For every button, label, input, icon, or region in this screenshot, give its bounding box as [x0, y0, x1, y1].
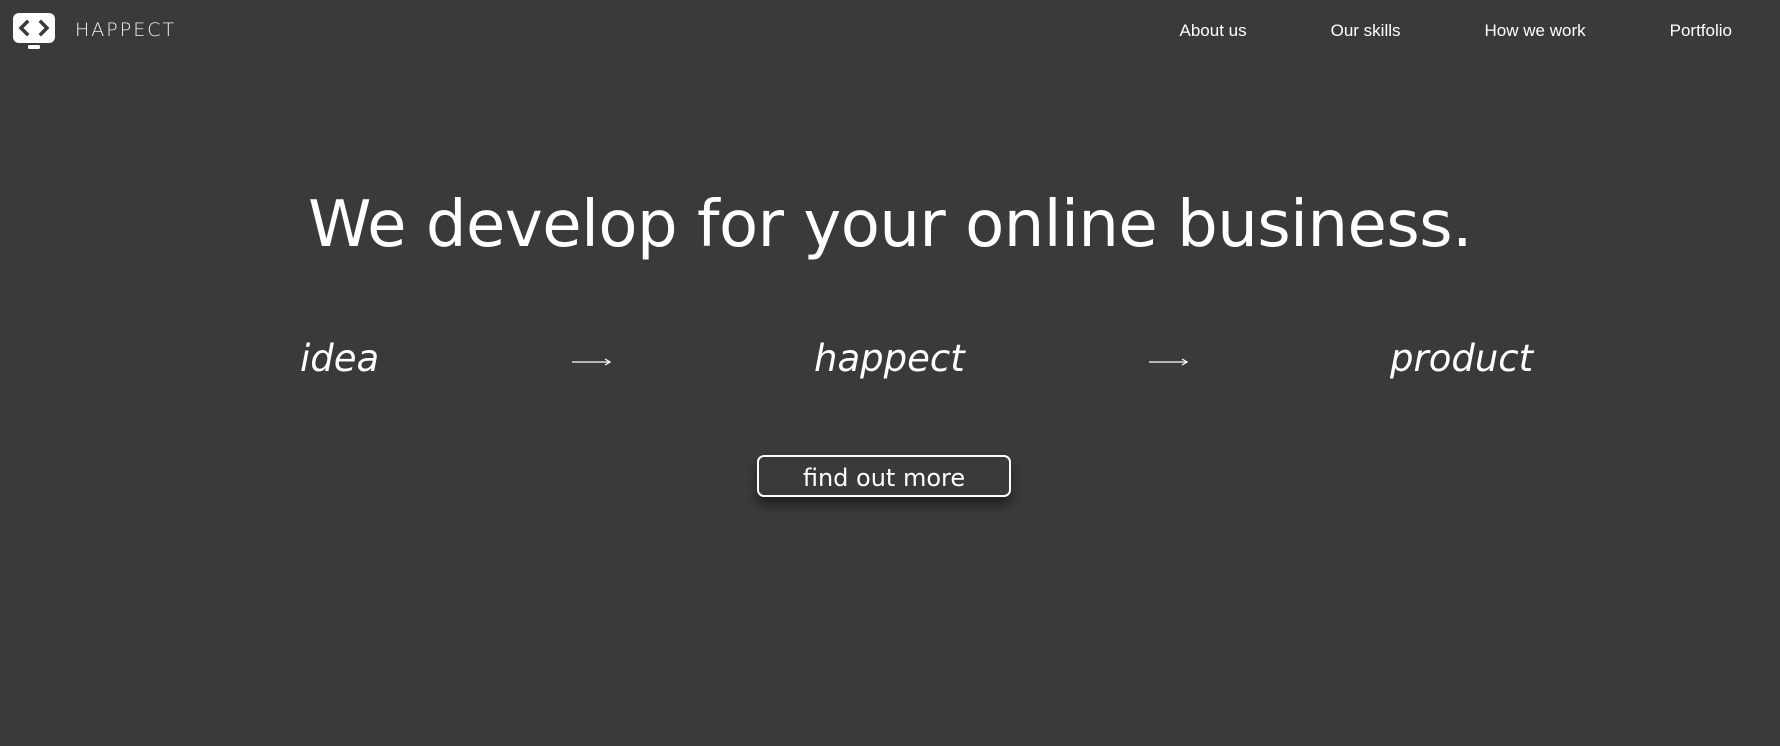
hero-headline: We develop for your online business. — [308, 188, 1472, 262]
long-arrow-right-icon — [572, 357, 612, 367]
brand-name: HAPPECT — [75, 18, 177, 41]
process-flow: idea happect product — [0, 334, 1780, 384]
nav-item-our-skills[interactable]: Our skills — [1331, 21, 1401, 41]
landing-page: HAPPECT About us Our skills How we work … — [0, 0, 1780, 746]
main-nav: About us Our skills How we work Portfoli… — [1180, 21, 1732, 41]
brand-logo-link[interactable]: HAPPECT — [13, 13, 176, 51]
long-arrow-right-icon — [1149, 357, 1189, 367]
flow-step-happect: happect — [814, 337, 965, 380]
flow-step-idea: idea — [300, 337, 380, 380]
nav-item-about-us[interactable]: About us — [1180, 21, 1247, 41]
nav-item-portfolio[interactable]: Portfolio — [1670, 21, 1732, 41]
nav-item-how-we-work[interactable]: How we work — [1485, 21, 1586, 41]
find-out-more-button[interactable]: find out more — [757, 455, 1011, 497]
code-monitor-icon — [13, 13, 55, 51]
flow-step-product: product — [1390, 337, 1534, 380]
